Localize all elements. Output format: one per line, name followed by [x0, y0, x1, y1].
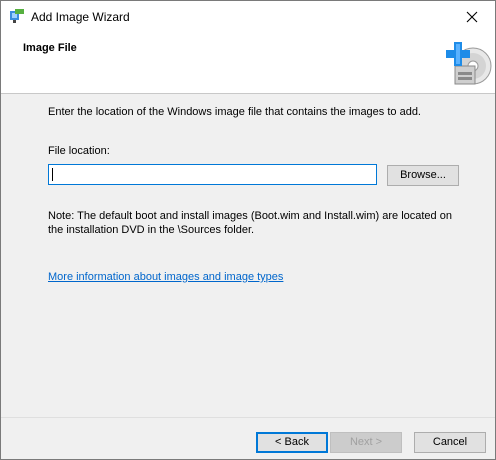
- file-location-label: File location:: [48, 145, 110, 157]
- close-button[interactable]: [449, 1, 495, 32]
- add-image-wizard-window: Add Image Wizard Image File Enter the lo: [0, 0, 496, 460]
- wizard-app-icon: [9, 8, 25, 24]
- page-title: Image File: [23, 42, 77, 54]
- more-info-link[interactable]: More information about images and image …: [48, 271, 283, 283]
- file-location-input[interactable]: [48, 164, 377, 185]
- browse-button[interactable]: Browse...: [387, 165, 459, 186]
- next-button[interactable]: Next >: [330, 432, 402, 453]
- note-text: Note: The default boot and install image…: [48, 210, 452, 236]
- back-button[interactable]: < Back: [256, 432, 328, 453]
- cancel-button[interactable]: Cancel: [414, 432, 486, 453]
- text-caret: [52, 168, 53, 181]
- instructions-text: Enter the location of the Windows image …: [48, 106, 421, 118]
- add-image-disc-icon: [441, 36, 493, 88]
- wizard-header: Image File: [1, 32, 495, 94]
- window-title: Add Image Wizard: [31, 10, 130, 24]
- title-bar: Add Image Wizard: [1, 1, 495, 32]
- wizard-footer: < Back Next > Cancel: [1, 417, 495, 459]
- close-icon: [466, 11, 478, 22]
- wizard-content: Enter the location of the Windows image …: [1, 94, 495, 417]
